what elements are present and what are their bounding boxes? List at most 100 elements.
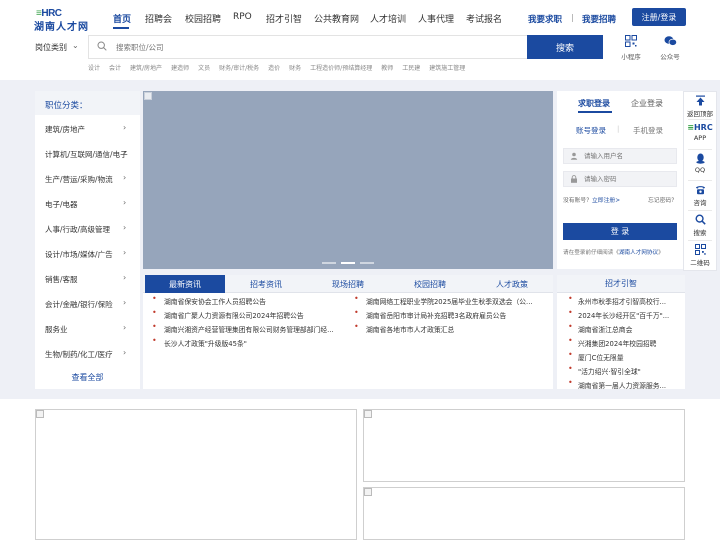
bullet: •	[152, 294, 157, 303]
hot-keyword[interactable]: 建造师	[171, 65, 189, 72]
forgot-password-link[interactable]: 忘记密码？	[648, 195, 677, 204]
banner-carousel[interactable]	[143, 91, 553, 269]
tab-job-login[interactable]: 求职登录	[578, 98, 610, 109]
nav-home[interactable]: 首页	[113, 12, 131, 25]
category-item[interactable]: 设计/市场/媒体/广告	[45, 249, 130, 260]
category-item[interactable]: 计算机/互联网/通信/电子	[45, 149, 130, 160]
news-item[interactable]: 长沙人才政策"升级版45条"	[164, 338, 344, 348]
talent-item[interactable]: 兴湘集团2024年校园招聘	[578, 338, 676, 348]
nav-training[interactable]: 人才培训	[370, 12, 406, 25]
ad-image[interactable]	[35, 409, 357, 540]
ad-image[interactable]	[363, 487, 685, 540]
qrcode-icon	[694, 244, 706, 255]
search-input[interactable]	[116, 38, 516, 56]
hot-keyword[interactable]: 工程造价师/预结算经理	[310, 65, 372, 72]
password-input[interactable]	[584, 175, 672, 183]
talent-item[interactable]: 湖南省第一届人力资源服务...	[578, 380, 676, 390]
qq-button[interactable]: QQ	[683, 153, 717, 174]
phone-login-tab[interactable]: 手机登录	[633, 125, 663, 136]
nav-campus[interactable]: 校园招聘	[185, 12, 221, 25]
chevron-right-icon: ›	[123, 223, 127, 232]
nav-public-edu[interactable]: 公共教育网	[314, 12, 359, 25]
username-input[interactable]	[584, 152, 672, 160]
news-item[interactable]: 湖南网络工程职业学院2025届毕业生秋季双选会（公...	[366, 296, 548, 306]
register-now-link[interactable]: 立即注册>	[592, 198, 620, 204]
category-item[interactable]: 销售/客服	[45, 274, 130, 285]
hot-keyword[interactable]: 建筑施工管理	[429, 65, 465, 72]
chevron-down-icon[interactable]: ⌄	[72, 41, 79, 50]
account-login-tab[interactable]: 账号登录	[576, 125, 606, 136]
recruit-link[interactable]: 我要招聘	[582, 13, 616, 25]
hot-keyword[interactable]: 教师	[381, 65, 393, 72]
tab-exam-news[interactable]: 招考资讯	[226, 275, 306, 293]
back-to-top-button[interactable]: 返回顶部	[683, 95, 717, 118]
news-item[interactable]: 湖南省各地市市人才政策汇总	[366, 324, 548, 334]
qrcode-button[interactable]: 二维码	[683, 244, 717, 267]
hot-keyword[interactable]: 设计	[88, 65, 100, 72]
chevron-right-icon: ›	[123, 348, 127, 357]
bullet: •	[354, 308, 359, 317]
login-button[interactable]: 登 录	[563, 223, 677, 240]
ad-image[interactable]	[363, 409, 685, 482]
talent-title[interactable]: 招才引智	[557, 275, 685, 293]
hot-keyword[interactable]: 财务/审计/税务	[219, 65, 259, 72]
nav-rpo[interactable]: RPO	[233, 12, 252, 22]
broken-image-icon	[364, 410, 372, 418]
float-search-button[interactable]: 搜索	[683, 214, 717, 237]
category-item[interactable]: 生产/营运/采购/物流	[45, 174, 130, 185]
username-field[interactable]	[563, 148, 677, 164]
consult-button[interactable]: 咨询	[683, 184, 717, 207]
carousel-dot[interactable]	[360, 262, 374, 264]
news-item[interactable]: 湖南省广聚人力资源有限公司2024年招聘公告	[164, 310, 344, 320]
agreement-link[interactable]: 湖南人才网协议	[619, 250, 658, 256]
wechat-account[interactable]: 公众号	[655, 35, 685, 61]
miniprogram-qr[interactable]: 小程序	[616, 35, 646, 61]
tab-latest-news[interactable]: 最新资讯	[145, 275, 225, 293]
tab-company-login[interactable]: 企业登录	[631, 98, 663, 109]
search-icon	[694, 214, 706, 225]
hot-keyword[interactable]: 建筑/房地产	[130, 65, 162, 72]
news-item[interactable]: 湖南兴湘资产经营管理集团有限公司财务管理部部门经...	[164, 324, 342, 334]
talent-item[interactable]: 厦门C位无限量	[578, 352, 676, 362]
talent-item[interactable]: 永州市秋季招才引智高校行...	[578, 296, 676, 306]
bullet: •	[568, 378, 573, 387]
category-item[interactable]: 电子/电器	[45, 199, 130, 210]
chevron-right-icon: ›	[123, 123, 127, 132]
tab-onsite-recruit[interactable]: 现场招聘	[308, 275, 388, 293]
carousel-dot-active[interactable]	[341, 262, 355, 264]
job-seek-link[interactable]: 我要求职	[528, 13, 562, 25]
category-select[interactable]: 岗位类别	[35, 42, 67, 53]
category-item[interactable]: 服务业	[45, 324, 130, 335]
talent-item[interactable]: 湖南省浙江总商会	[578, 324, 676, 334]
hot-keyword[interactable]: 工民建	[402, 65, 420, 72]
nav-exam[interactable]: 考试报名	[466, 12, 502, 25]
view-all-categories[interactable]: 查看全部	[35, 372, 140, 383]
hot-keyword[interactable]: 文员	[198, 65, 210, 72]
category-item[interactable]: 会计/金融/银行/保险	[45, 299, 130, 310]
search-button[interactable]: 搜索	[527, 35, 603, 59]
nav-hr-agency[interactable]: 人事代理	[418, 12, 454, 25]
category-item[interactable]: 人事/行政/高级管理	[45, 224, 130, 235]
news-item[interactable]: 湖南省保安协会工作人员招聘公告	[164, 296, 344, 306]
nav-job-fair[interactable]: 招聘会	[145, 12, 172, 25]
category-item[interactable]: 建筑/房地产	[45, 124, 130, 135]
tab-campus-recruit[interactable]: 校园招聘	[390, 275, 470, 293]
nav-talent-intro[interactable]: 招才引智	[266, 12, 302, 25]
carousel-dot[interactable]	[322, 262, 336, 264]
hot-keyword[interactable]: 财务	[289, 65, 301, 72]
talent-item[interactable]: "活力绍兴·智引全球"	[578, 366, 676, 376]
news-item[interactable]: 湖南省岳阳市审计局补充招聘3名政府雇员公告	[366, 310, 548, 320]
broken-image-icon	[364, 488, 372, 496]
hot-keyword[interactable]: 会计	[109, 65, 121, 72]
app-label: APP	[693, 134, 707, 142]
password-field[interactable]	[563, 171, 677, 187]
talent-item[interactable]: 2024年长沙经开区"百千万"...	[578, 310, 676, 320]
tab-talent-policy[interactable]: 人才政策	[472, 275, 552, 293]
hot-keyword[interactable]: 造价	[268, 65, 280, 72]
category-item[interactable]: 生物/制药/化工/医疗	[45, 349, 130, 360]
app-download-button[interactable]: ≡HRC APP	[683, 123, 717, 142]
login-register-button[interactable]: 注册/登录	[632, 8, 686, 26]
bullet: •	[354, 294, 359, 303]
login-tab-indicator	[578, 111, 612, 113]
site-logo[interactable]: ≡HRC 湖南人才网	[34, 8, 90, 33]
